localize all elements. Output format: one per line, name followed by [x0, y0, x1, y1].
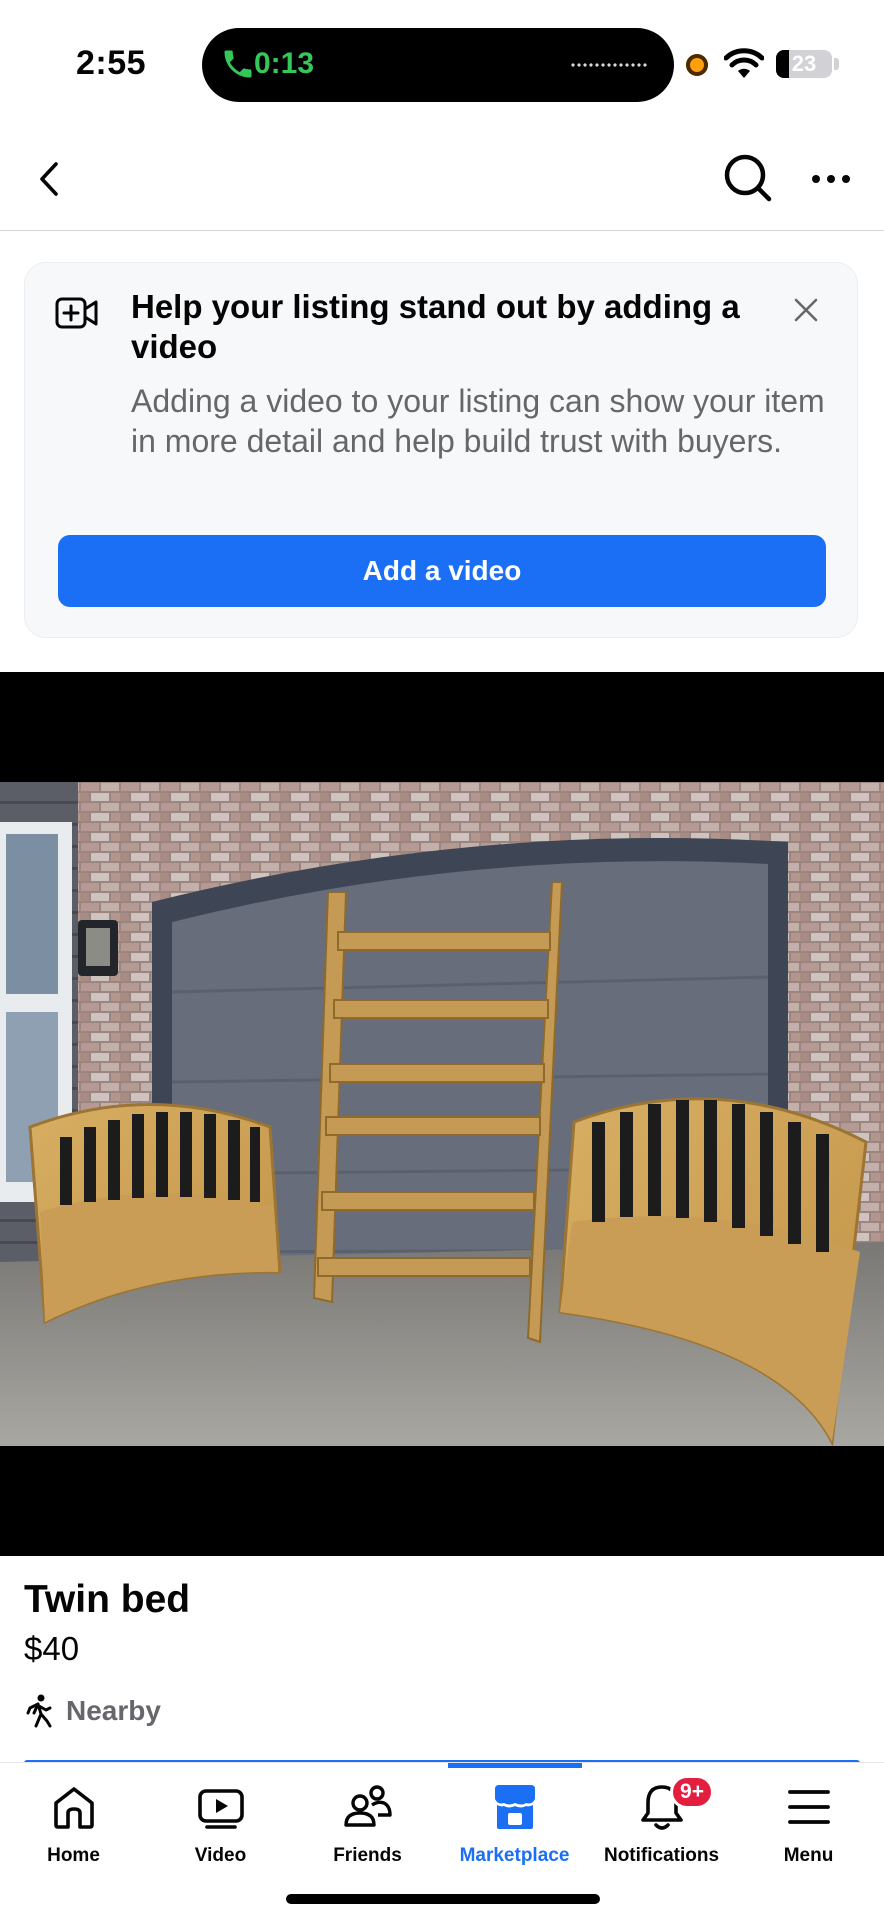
home-indicator — [286, 1894, 600, 1904]
microphone-in-use-indicator — [686, 54, 708, 76]
tab-notifications[interactable]: 9+ Notifications — [588, 1763, 735, 1873]
hamburger-menu-icon — [787, 1790, 830, 1824]
call-timer: 0:13 — [254, 47, 315, 80]
tab-label: Video — [194, 1845, 247, 1866]
tab-label: Friends — [333, 1845, 402, 1866]
walking-person-icon — [26, 1694, 52, 1728]
home-icon — [53, 1787, 94, 1829]
listing-photo-viewer[interactable] — [0, 672, 884, 1556]
listing-photo[interactable] — [0, 782, 884, 1446]
listing-price: $40 — [24, 1630, 80, 1667]
promo-title: Help your listing stand out by adding a … — [131, 288, 740, 365]
audio-waveform-icon — [570, 62, 648, 68]
listing-location: Nearby — [24, 1693, 161, 1729]
listing-title: Twin bed — [24, 1578, 191, 1621]
tab-label: Menu — [783, 1845, 834, 1866]
status-time: 2:55 — [76, 44, 147, 82]
tab-label: Notifications — [603, 1845, 720, 1866]
friends-icon — [343, 1785, 392, 1827]
phone-icon — [224, 50, 252, 78]
dynamic-island-call[interactable]: 0:13 — [202, 28, 674, 102]
add-video-promo-card: Help your listing stand out by adding a … — [24, 262, 858, 638]
search-icon[interactable] — [718, 148, 778, 208]
promo-description: Adding a video to your listing can show … — [131, 383, 825, 459]
video-add-icon — [55, 297, 98, 329]
tab-label: Marketplace — [459, 1845, 570, 1866]
tab-video[interactable]: Video — [147, 1763, 294, 1873]
tab-menu[interactable]: Menu — [735, 1763, 882, 1873]
top-navigation — [0, 128, 884, 231]
add-video-button[interactable]: Add a video — [58, 535, 826, 607]
tab-marketplace[interactable]: Marketplace — [441, 1763, 588, 1873]
battery-tip — [834, 58, 839, 70]
tab-label: Home — [47, 1845, 100, 1866]
close-icon[interactable] — [791, 295, 821, 325]
chevron-left-icon[interactable] — [26, 154, 76, 204]
video-play-icon — [197, 1789, 244, 1829]
tab-home[interactable]: Home — [0, 1763, 147, 1873]
battery-level: 23 — [791, 51, 817, 76]
battery-icon: 23 — [776, 50, 832, 78]
distance-label: Nearby — [66, 1695, 161, 1726]
notification-badge: 9+ — [670, 1775, 714, 1809]
marketplace-store-icon — [494, 1785, 535, 1829]
more-horizontal-icon[interactable] — [806, 154, 856, 204]
status-bar: 2:55 0:13 23 — [0, 0, 884, 128]
wifi-icon — [724, 48, 764, 78]
tab-friends[interactable]: Friends — [294, 1763, 441, 1873]
